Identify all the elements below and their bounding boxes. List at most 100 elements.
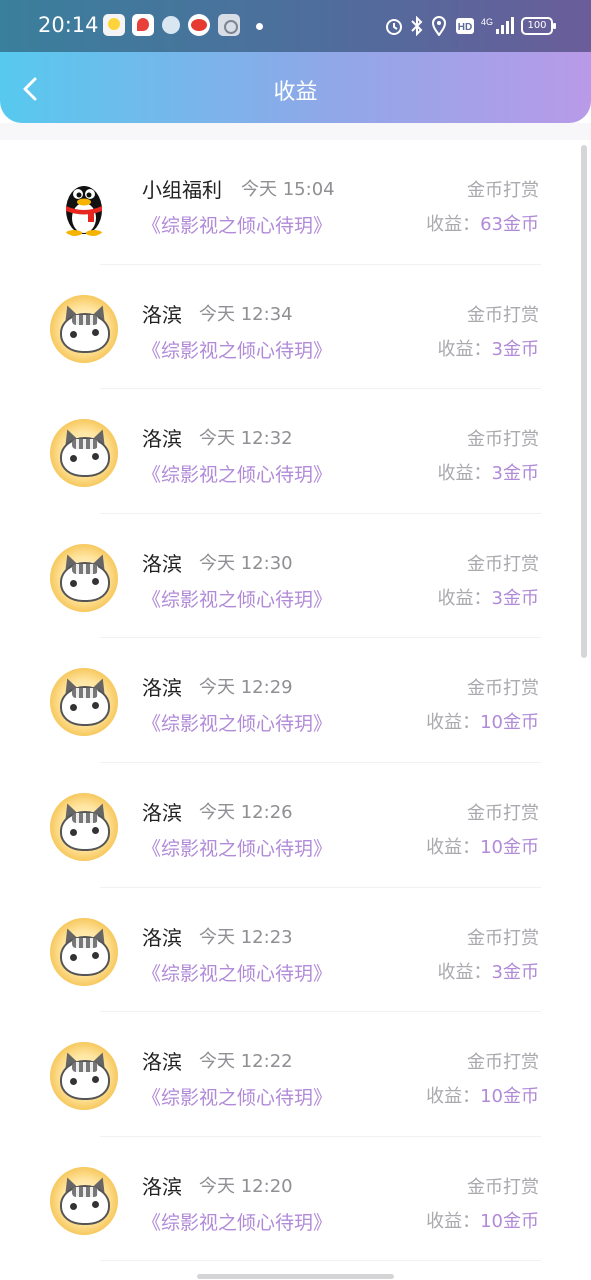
avatar-cat: [50, 1042, 118, 1111]
app-notification-icon: [103, 14, 125, 36]
earning-amount: 10金币: [480, 1210, 539, 1232]
reward-type: 金币打赏: [467, 678, 539, 700]
earning-label: 收益：: [437, 338, 492, 360]
sender-name: 洛滨: [142, 302, 182, 327]
earning: 收益：10金币: [426, 1207, 539, 1233]
book-title-link[interactable]: 《综影视之倾心待玥》: [142, 211, 332, 238]
list-item[interactable]: 洛滨 今天 12:23 《综影视之倾心待玥》 金币打赏 收益：3金币: [0, 888, 591, 1013]
app-notification-icon: [162, 16, 180, 34]
avatar-cat: [50, 419, 118, 488]
reward-type: 金币打赏: [467, 803, 539, 824]
book-title-link[interactable]: 《综影视之倾心待玥》: [142, 959, 332, 986]
earning-amount: 3金币: [491, 463, 539, 485]
sender-name: 洛滨: [142, 427, 182, 452]
list-item[interactable]: 洛滨 今天 12:29 《综影视之倾心待玥》 金币打赏 收益：10金币: [0, 638, 591, 763]
sender-name: 洛滨: [142, 1174, 182, 1199]
app-notification-icon: [132, 14, 154, 36]
reward-type: 金币打赏: [467, 429, 539, 451]
earning-label: 收益：: [426, 837, 481, 858]
avatar-cat: [50, 668, 118, 737]
reward-time: 今天 12:26: [199, 802, 293, 823]
scrollbar[interactable]: [581, 145, 587, 658]
reward-type: 金币打赏: [467, 180, 539, 201]
list-item[interactable]: 洛滨 今天 12:20 《综影视之倾心待玥》 金币打赏 收益：10金币: [0, 1137, 591, 1262]
bluetooth-icon: [411, 16, 423, 36]
reward-time: 今天 12:34: [199, 303, 293, 325]
reward-type: 金币打赏: [467, 1052, 539, 1074]
sender-name: 洛滨: [142, 925, 182, 950]
earning-amount: 3金币: [491, 338, 539, 360]
list-item[interactable]: 洛滨 今天 12:30 《综影视之倾心待玥》 金币打赏 收益：3金币: [0, 514, 591, 639]
earning-label: 收益：: [426, 1086, 481, 1108]
earning-label: 收益：: [437, 961, 492, 983]
alarm-icon: [386, 19, 402, 35]
avatar-cat: [50, 793, 118, 861]
list-item[interactable]: 洛滨 今天 12:32 《综影视之倾心待玥》 金币打赏 收益：3金币: [0, 389, 591, 514]
earning: 收益：3金币: [438, 584, 539, 610]
book-title-link[interactable]: 《综影视之倾心待玥》: [142, 1208, 332, 1235]
earning: 收益：63金币: [426, 210, 539, 236]
list-item[interactable]: 洛滨 今天 12:34 《综影视之倾心待玥》 金币打赏 收益：3金币: [0, 265, 591, 390]
book-title-link[interactable]: 《综影视之倾心待玥》: [142, 585, 332, 612]
earnings-list[interactable]: 小组福利 今天 15:04 《综影视之倾心待玥》 金币打赏 收益：63金币 洛滨…: [0, 140, 591, 1280]
earning-label: 收益：: [437, 463, 492, 485]
earning: 收益：10金币: [426, 1082, 539, 1108]
reward-type: 金币打赏: [467, 927, 539, 949]
avatar-cat: [50, 1166, 118, 1235]
settings-icon: [218, 14, 240, 36]
location-icon: [431, 16, 447, 36]
book-title-link[interactable]: 《综影视之倾心待玥》: [142, 460, 332, 487]
earning-amount: 63金币: [480, 214, 539, 235]
book-title-link[interactable]: 《综影视之倾心待玥》: [142, 834, 332, 861]
status-bar: 20:14 HD 4G 100: [0, 0, 591, 52]
page-title: 收益: [273, 80, 318, 105]
avatar-cat: [50, 543, 118, 612]
book-title-link[interactable]: 《综影视之倾心待玥》: [142, 709, 332, 736]
home-indicator[interactable]: [197, 1274, 394, 1279]
reward-time: 今天 12:22: [199, 1051, 293, 1073]
book-title-link[interactable]: 《综影视之倾心待玥》: [142, 1083, 332, 1110]
reward-type: 金币打赏: [467, 304, 539, 326]
earning: 收益：10金币: [426, 833, 539, 859]
earning-amount: 3金币: [491, 961, 539, 983]
list-item[interactable]: 小组福利 今天 15:04 《综影视之倾心待玥》 金币打赏 收益：63金币: [0, 140, 591, 265]
earning-amount: 3金币: [491, 587, 539, 609]
battery-icon: 100: [521, 17, 556, 35]
earning: 收益：3金币: [438, 459, 539, 485]
earning-label: 收益：: [437, 587, 492, 609]
earning-label: 收益：: [426, 214, 481, 235]
earning-label: 收益：: [426, 712, 481, 734]
earning: 收益：3金币: [438, 335, 539, 361]
header-bar: 20:14 HD 4G 100 收益: [0, 0, 591, 123]
sender-name: 小组福利: [142, 178, 222, 202]
divider: [100, 1260, 541, 1262]
reward-type: 金币打赏: [467, 1176, 539, 1198]
sender-name: 洛滨: [142, 676, 182, 701]
reward-time: 今天 15:04: [241, 179, 335, 200]
sender-name: 洛滨: [142, 1050, 182, 1075]
book-title-link[interactable]: 《综影视之倾心待玥》: [142, 336, 332, 363]
earning-amount: 10金币: [480, 837, 539, 858]
reward-time: 今天 12:32: [199, 428, 293, 450]
weibo-icon: [188, 14, 210, 36]
reward-type: 金币打赏: [467, 553, 539, 575]
more-notifications-dot: [256, 23, 263, 30]
reward-time: 今天 12:23: [199, 926, 293, 948]
list-item[interactable]: 洛滨 今天 12:26 《综影视之倾心待玥》 金币打赏 收益：10金币: [0, 763, 591, 888]
reward-time: 今天 12:29: [199, 677, 293, 699]
earning: 收益：3金币: [438, 958, 539, 984]
hd-icon: HD: [456, 18, 474, 34]
avatar-qq-penguin: [66, 186, 102, 236]
earning: 收益：10金币: [426, 708, 539, 734]
signal-4g-icon: 4G: [481, 17, 514, 34]
reward-time: 今天 12:30: [199, 552, 293, 574]
earning-amount: 10金币: [480, 1086, 539, 1108]
list-item[interactable]: 洛滨 今天 12:22 《综影视之倾心待玥》 金币打赏 收益：10金币: [0, 1012, 591, 1137]
earning-label: 收益：: [426, 1210, 481, 1232]
avatar-cat: [50, 917, 118, 986]
svg-text:HD: HD: [458, 22, 472, 33]
status-time: 20:14: [38, 13, 99, 37]
reward-time: 今天 12:20: [199, 1175, 293, 1197]
earning-amount: 10金币: [480, 712, 539, 734]
svg-text:4G: 4G: [481, 17, 493, 27]
